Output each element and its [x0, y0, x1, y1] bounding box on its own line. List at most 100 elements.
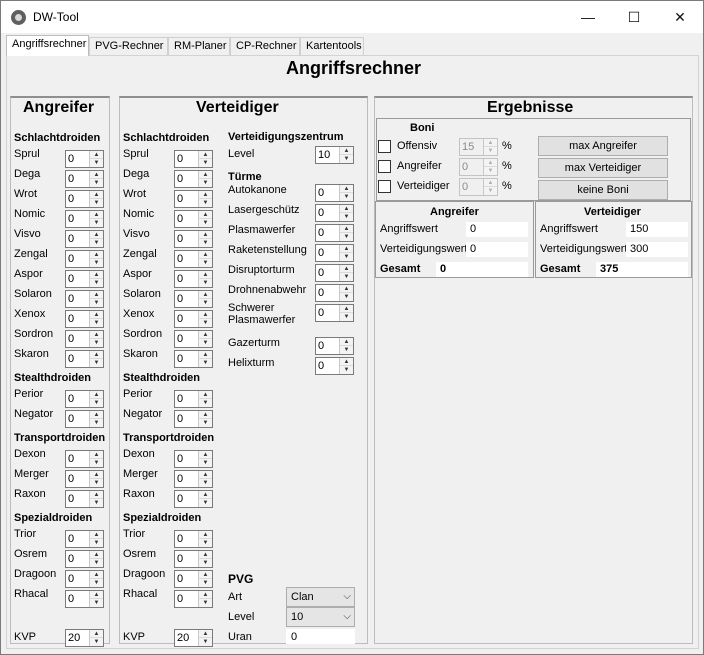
attacker-aspor-spinner[interactable]: 0 ▲ ▼ [65, 270, 104, 288]
boni-angreifer-checkbox[interactable] [378, 160, 391, 173]
spin-up-icon[interactable]: ▲ [90, 291, 103, 299]
spin-down-icon[interactable]: ▼ [199, 219, 212, 227]
spin-down-icon[interactable]: ▼ [199, 539, 212, 547]
spin-up-icon[interactable]: ▲ [199, 311, 212, 319]
max-angreifer-button[interactable]: max Angreifer [538, 136, 668, 156]
spin-down-icon[interactable]: ▼ [90, 319, 103, 327]
spin-down-icon[interactable]: ▼ [199, 319, 212, 327]
attacker-merger-spinner[interactable]: 0 ▲ ▼ [65, 470, 104, 488]
spin-up-icon[interactable]: ▲ [340, 185, 353, 193]
spin-down-icon[interactable]: ▼ [199, 638, 212, 646]
spin-up-icon[interactable]: ▲ [90, 630, 103, 638]
spin-up-icon[interactable]: ▲ [90, 211, 103, 219]
spin-down-icon[interactable]: ▼ [340, 193, 353, 201]
defender-skaron-spinner[interactable]: 0 ▲ ▼ [174, 350, 213, 368]
spin-down-icon[interactable]: ▼ [199, 559, 212, 567]
spin-down-icon[interactable]: ▼ [199, 479, 212, 487]
defender-visvo-spinner[interactable]: 0 ▲ ▼ [174, 230, 213, 248]
spin-up-icon[interactable]: ▲ [484, 159, 497, 167]
spin-down-icon[interactable]: ▼ [90, 499, 103, 507]
spin-up-icon[interactable]: ▲ [90, 351, 103, 359]
spin-up-icon[interactable]: ▲ [90, 171, 103, 179]
spin-down-icon[interactable]: ▼ [90, 159, 103, 167]
boni-verteidiger-checkbox[interactable] [378, 180, 391, 193]
attacker-sprul-spinner[interactable]: 0 ▲ ▼ [65, 150, 104, 168]
spin-down-icon[interactable]: ▼ [340, 273, 353, 281]
spin-down-icon[interactable]: ▼ [199, 159, 212, 167]
attacker-dega-spinner[interactable]: 0 ▲ ▼ [65, 170, 104, 188]
spin-up-icon[interactable]: ▲ [90, 571, 103, 579]
attacker-solaron-spinner[interactable]: 0 ▲ ▼ [65, 290, 104, 308]
spin-down-icon[interactable]: ▼ [199, 579, 212, 587]
attacker-rhacal-spinner[interactable]: 0 ▲ ▼ [65, 590, 104, 608]
spin-up-icon[interactable]: ▲ [199, 411, 212, 419]
turm-3-spinner[interactable]: 0 ▲ ▼ [315, 244, 354, 262]
spin-down-icon[interactable]: ▼ [199, 259, 212, 267]
spin-up-icon[interactable]: ▲ [199, 391, 212, 399]
spin-up-icon[interactable]: ▲ [199, 271, 212, 279]
defender-dexon-spinner[interactable]: 0 ▲ ▼ [174, 450, 213, 468]
spin-up-icon[interactable]: ▲ [199, 531, 212, 539]
spin-down-icon[interactable]: ▼ [90, 299, 103, 307]
turm-0-spinner[interactable]: 0 ▲ ▼ [315, 184, 354, 202]
spin-up-icon[interactable]: ▲ [199, 630, 212, 638]
attacker-perior-spinner[interactable]: 0 ▲ ▼ [65, 390, 104, 408]
minimize-button[interactable]: — [565, 1, 611, 33]
spin-up-icon[interactable]: ▲ [90, 231, 103, 239]
spin-up-icon[interactable]: ▲ [199, 491, 212, 499]
max-verteidiger-button[interactable]: max Verteidiger [538, 158, 668, 178]
spin-down-icon[interactable]: ▼ [199, 279, 212, 287]
tab-rm-planer[interactable]: RM-Planer [168, 37, 230, 55]
spin-up-icon[interactable]: ▲ [90, 451, 103, 459]
boni-offensiv-spinner[interactable]: 15 ▲ ▼ [459, 138, 498, 156]
turm-7-spinner[interactable]: 0 ▲ ▼ [315, 337, 354, 355]
spin-up-icon[interactable]: ▲ [90, 471, 103, 479]
spin-down-icon[interactable]: ▼ [484, 147, 497, 155]
turm-2-spinner[interactable]: 0 ▲ ▼ [315, 224, 354, 242]
spin-up-icon[interactable]: ▲ [199, 211, 212, 219]
turm-6-spinner[interactable]: 0 ▲ ▼ [315, 304, 354, 322]
spin-up-icon[interactable]: ▲ [199, 171, 212, 179]
spin-down-icon[interactable]: ▼ [199, 419, 212, 427]
spin-down-icon[interactable]: ▼ [90, 219, 103, 227]
spin-down-icon[interactable]: ▼ [90, 179, 103, 187]
attacker-xenox-spinner[interactable]: 0 ▲ ▼ [65, 310, 104, 328]
spin-down-icon[interactable]: ▼ [340, 155, 353, 163]
spin-up-icon[interactable]: ▲ [90, 391, 103, 399]
defender-sordron-spinner[interactable]: 0 ▲ ▼ [174, 330, 213, 348]
spin-up-icon[interactable]: ▲ [199, 251, 212, 259]
spin-up-icon[interactable]: ▲ [199, 331, 212, 339]
defender-merger-spinner[interactable]: 0 ▲ ▼ [174, 470, 213, 488]
attacker-kvp-spinner[interactable]: 20 ▲ ▼ [65, 629, 104, 647]
defender-nomic-spinner[interactable]: 0 ▲ ▼ [174, 210, 213, 228]
spin-up-icon[interactable]: ▲ [199, 151, 212, 159]
spin-up-icon[interactable]: ▲ [199, 591, 212, 599]
spin-up-icon[interactable]: ▲ [90, 531, 103, 539]
spin-up-icon[interactable]: ▲ [90, 271, 103, 279]
spin-up-icon[interactable]: ▲ [90, 311, 103, 319]
defender-sprul-spinner[interactable]: 0 ▲ ▼ [174, 150, 213, 168]
spin-down-icon[interactable]: ▼ [90, 279, 103, 287]
defender-dega-spinner[interactable]: 0 ▲ ▼ [174, 170, 213, 188]
defender-solaron-spinner[interactable]: 0 ▲ ▼ [174, 290, 213, 308]
spin-up-icon[interactable]: ▲ [90, 151, 103, 159]
spin-down-icon[interactable]: ▼ [90, 399, 103, 407]
spin-down-icon[interactable]: ▼ [199, 239, 212, 247]
spin-up-icon[interactable]: ▲ [199, 571, 212, 579]
defender-kvp-spinner[interactable]: 20 ▲ ▼ [174, 629, 213, 647]
spin-up-icon[interactable]: ▲ [340, 205, 353, 213]
spin-down-icon[interactable]: ▼ [199, 459, 212, 467]
tab-cp-rechner[interactable]: CP-Rechner [230, 37, 300, 55]
attacker-negator-spinner[interactable]: 0 ▲ ▼ [65, 410, 104, 428]
spin-down-icon[interactable]: ▼ [340, 233, 353, 241]
turm-1-spinner[interactable]: 0 ▲ ▼ [315, 204, 354, 222]
attacker-trior-spinner[interactable]: 0 ▲ ▼ [65, 530, 104, 548]
spin-up-icon[interactable]: ▲ [90, 591, 103, 599]
spin-up-icon[interactable]: ▲ [340, 265, 353, 273]
spin-up-icon[interactable]: ▲ [340, 338, 353, 346]
boni-angreifer-spinner[interactable]: 0 ▲ ▼ [459, 158, 498, 176]
spin-down-icon[interactable]: ▼ [340, 366, 353, 374]
spin-down-icon[interactable]: ▼ [340, 213, 353, 221]
tab-angriffsrechner[interactable]: Angriffsrechner [6, 35, 89, 56]
attacker-skaron-spinner[interactable]: 0 ▲ ▼ [65, 350, 104, 368]
